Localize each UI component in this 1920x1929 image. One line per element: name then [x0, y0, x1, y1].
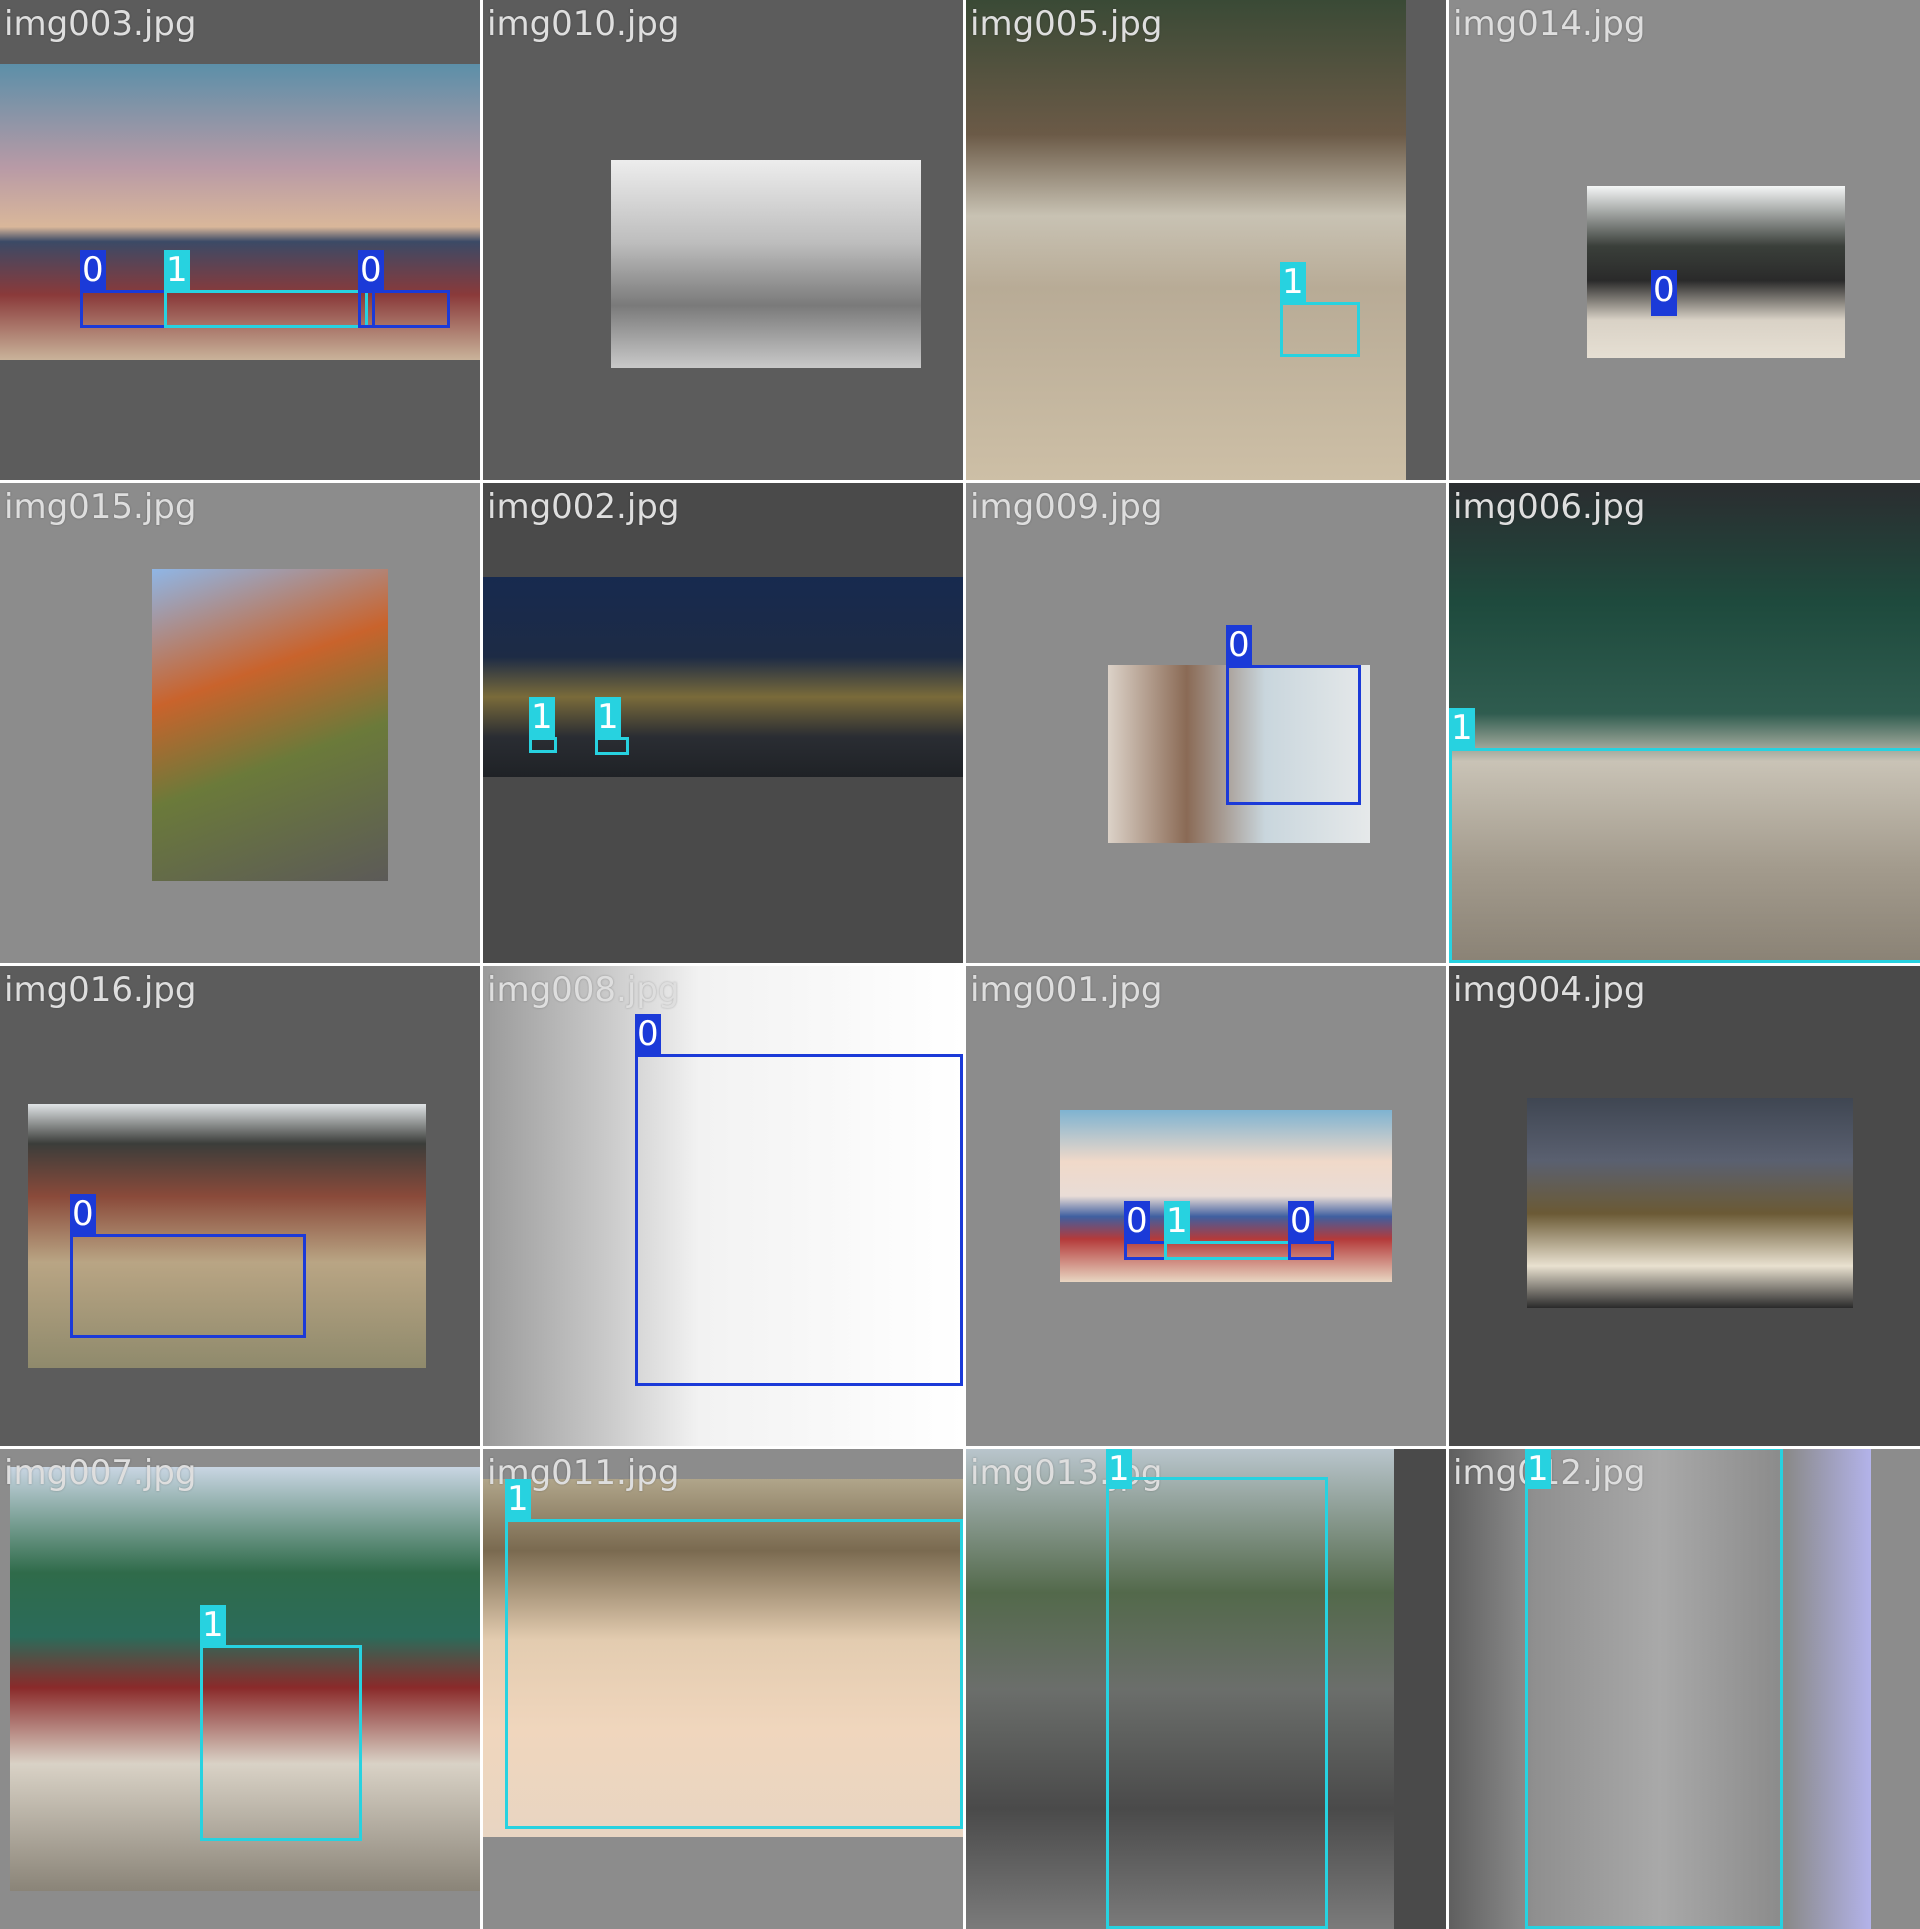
tile-filename: img003.jpg	[4, 4, 197, 44]
class-label: 0	[70, 1194, 96, 1234]
mosaic-tile: img015.jpg	[0, 483, 480, 963]
tile-filename: img001.jpg	[970, 970, 1163, 1010]
bounding-box	[1288, 1241, 1334, 1260]
tile-filename: img015.jpg	[4, 487, 197, 527]
class-label: 1	[1280, 262, 1306, 302]
mosaic-tile: img005.jpg 1	[966, 0, 1446, 480]
tile-filename: img002.jpg	[487, 487, 680, 527]
mosaic-tile: img010.jpg	[483, 0, 963, 480]
class-label: 1	[595, 697, 621, 737]
tile-filename: img004.jpg	[1453, 970, 1646, 1010]
tile-filename: img007.jpg	[4, 1453, 197, 1493]
mosaic-tile: img003.jpg 0 1 0	[0, 0, 480, 480]
class-label: 1	[1164, 1201, 1190, 1241]
mosaic-tile: img016.jpg 0	[0, 966, 480, 1446]
tile-photo	[1527, 1098, 1853, 1308]
mosaic-tile: img011.jpg 1	[483, 1449, 963, 1929]
bounding-box	[358, 290, 450, 328]
mosaic-tile: img006.jpg 1	[1449, 483, 1920, 963]
bounding-box	[635, 1054, 963, 1386]
class-label: 1	[200, 1605, 226, 1645]
tile-filename: img008.jpg	[487, 970, 680, 1010]
mosaic-tile: img009.jpg 0	[966, 483, 1446, 963]
tile-filename: img010.jpg	[487, 4, 680, 44]
mosaic-tile: img008.jpg 0	[483, 966, 963, 1446]
tile-filename: img005.jpg	[970, 4, 1163, 44]
bounding-box	[1280, 302, 1360, 357]
tile-photo	[1587, 186, 1845, 358]
mosaic-tile: img001.jpg 0 1 0	[966, 966, 1446, 1446]
bounding-box	[529, 737, 557, 753]
mosaic-tile: img007.jpg 1	[0, 1449, 480, 1929]
bounding-box	[595, 737, 629, 755]
class-label: 0	[635, 1014, 661, 1054]
mosaic-tile: img002.jpg 1 1	[483, 483, 963, 963]
tile-photo	[966, 0, 1406, 480]
tile-filename: img016.jpg	[4, 970, 197, 1010]
tile-filename: img009.jpg	[970, 487, 1163, 527]
tile-photo	[152, 569, 388, 881]
class-label: 1	[1525, 1449, 1551, 1489]
class-label: 1	[529, 697, 555, 737]
mosaic-tile: img004.jpg	[1449, 966, 1920, 1446]
bounding-box	[1106, 1477, 1328, 1929]
bounding-box	[1525, 1449, 1783, 1929]
tile-filename: img006.jpg	[1453, 487, 1646, 527]
tile-filename: img014.jpg	[1453, 4, 1646, 44]
class-label: 1	[505, 1479, 531, 1519]
mosaic-tile: img013.jpg 1	[966, 1449, 1446, 1929]
class-label: 0	[1651, 270, 1677, 310]
mosaic-tile: img014.jpg 0	[1449, 0, 1920, 480]
class-label: 0	[1226, 625, 1252, 665]
bounding-box	[70, 1234, 306, 1338]
mosaic-grid: img003.jpg 0 1 0 img010.jpg img005.jpg 1 img014…	[0, 0, 1920, 1929]
class-label: 1	[1106, 1449, 1132, 1489]
bounding-box	[164, 290, 368, 328]
bounding-box	[1226, 665, 1361, 805]
class-label: 0	[80, 250, 106, 290]
class-label: 0	[1288, 1201, 1314, 1241]
tile-photo	[611, 160, 921, 368]
bounding-box	[505, 1519, 963, 1829]
class-label: 0	[358, 250, 384, 290]
class-label: 1	[1449, 708, 1475, 748]
bounding-box	[1449, 748, 1920, 963]
mosaic-tile: img012.jpg1	[1449, 1449, 1920, 1929]
bounding-box	[200, 1645, 362, 1841]
bounding-box	[1164, 1241, 1291, 1260]
class-label: 0	[1124, 1201, 1150, 1241]
bounding-box	[1651, 310, 1677, 316]
class-label: 1	[164, 250, 190, 290]
